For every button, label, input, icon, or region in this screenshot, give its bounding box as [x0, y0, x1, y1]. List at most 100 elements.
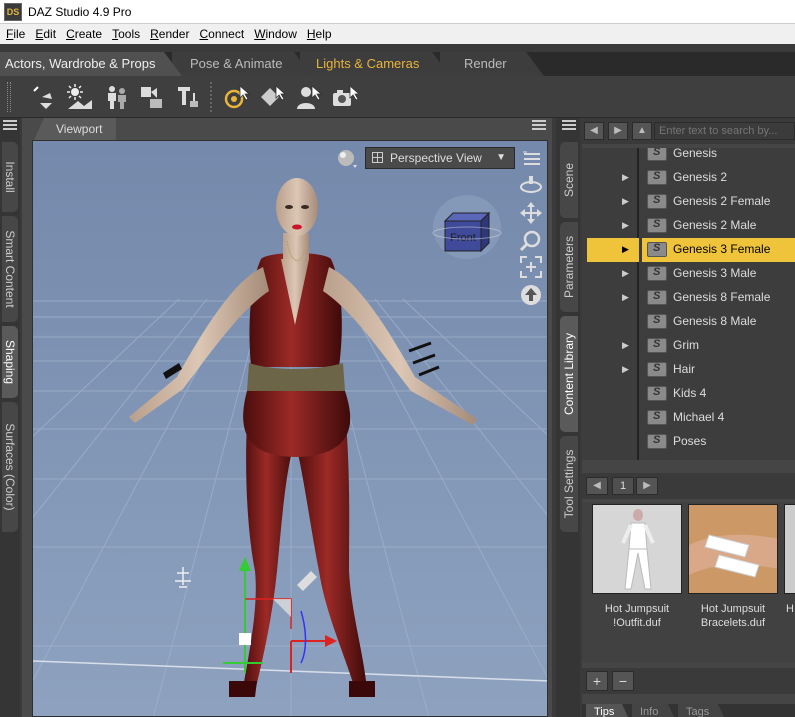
- spotlight-icon[interactable]: [26, 79, 62, 115]
- tab-tags[interactable]: Tags: [678, 704, 724, 717]
- frame-icon[interactable]: [519, 255, 543, 279]
- toolbar-grip[interactable]: [7, 82, 11, 112]
- tab-shaping[interactable]: Shaping: [2, 326, 18, 398]
- tab-lights-cameras[interactable]: Lights & Cameras: [300, 52, 450, 76]
- view-select[interactable]: Perspective View ▼: [365, 147, 515, 169]
- tree-row[interactable]: ▶ Genesis 2: [582, 166, 795, 190]
- viewport-options-icon[interactable]: [521, 149, 545, 173]
- tab-surfaces-color[interactable]: Surfaces (Color): [2, 402, 18, 532]
- orbit-icon[interactable]: [519, 173, 543, 197]
- expand-arrow-icon[interactable]: ▶: [622, 196, 629, 207]
- perspective-grid-icon: [372, 152, 383, 163]
- point-light-icon[interactable]: [170, 79, 206, 115]
- thumbnail-image: [784, 504, 795, 594]
- menu-create[interactable]: Create: [62, 27, 108, 41]
- tab-tips[interactable]: Tips: [586, 704, 628, 717]
- asset-thumbnail[interactable]: Hot Jumpsuit !Outfit.duf: [592, 504, 682, 630]
- tab-install[interactable]: Install: [2, 142, 18, 212]
- expand-arrow-icon[interactable]: ▶: [622, 292, 629, 303]
- environment-light-icon[interactable]: [98, 79, 134, 115]
- tree-row[interactable]: Genesis 8 Male: [582, 310, 795, 334]
- tab-tool-settings[interactable]: Tool Settings: [560, 436, 578, 532]
- group-figure-icon[interactable]: [134, 79, 170, 115]
- tree-row[interactable]: Poses: [582, 430, 795, 454]
- menu-window[interactable]: Window: [250, 27, 303, 41]
- tab-info[interactable]: Info: [632, 704, 674, 717]
- expand-arrow-icon[interactable]: ▶: [622, 364, 629, 375]
- viewport-3d[interactable]: Perspective View ▼ Front: [32, 140, 548, 717]
- menu-bar: File Edit Create Tools Render Connect Wi…: [0, 24, 795, 44]
- viewport-pane-menu-icon[interactable]: [532, 120, 546, 130]
- expand-arrow-icon[interactable]: ▶: [622, 172, 629, 183]
- search-input[interactable]: [654, 122, 795, 140]
- tree-row[interactable]: Kids 4: [582, 382, 795, 406]
- view-cube-label: Front: [450, 232, 476, 244]
- active-pose-icon[interactable]: [218, 79, 254, 115]
- tab-parameters[interactable]: Parameters: [560, 222, 578, 312]
- prev-page-icon[interactable]: ◀: [586, 477, 608, 495]
- right-dock-menu-icon[interactable]: [562, 120, 576, 130]
- expand-arrow-icon[interactable]: ▶: [622, 268, 629, 279]
- render-sphere-icon[interactable]: [335, 147, 359, 171]
- tree-row[interactable]: Michael 4: [582, 406, 795, 430]
- menu-help[interactable]: Help: [303, 27, 338, 41]
- tree-row[interactable]: ▶ Genesis 2 Male: [582, 214, 795, 238]
- tab-content-library[interactable]: Content Library: [560, 316, 578, 432]
- folder-icon: [647, 242, 667, 257]
- thumbnail-image: [688, 504, 778, 594]
- back-icon[interactable]: ◀: [584, 122, 604, 140]
- tree-row[interactable]: Genesis: [582, 148, 795, 166]
- folder-icon: [647, 338, 667, 353]
- expand-arrow-icon[interactable]: ▶: [622, 340, 629, 351]
- asset-thumbnail[interactable]: H: [784, 504, 795, 616]
- asset-thumbnail[interactable]: Hot Jumpsuit Bracelets.duf: [688, 504, 778, 630]
- camera-aim-icon[interactable]: [290, 79, 326, 115]
- up-icon[interactable]: ▲: [632, 122, 652, 140]
- menu-connect[interactable]: Connect: [195, 27, 250, 41]
- tree-row[interactable]: ▶ Genesis 8 Female: [582, 286, 795, 310]
- forward-icon[interactable]: ▶: [608, 122, 628, 140]
- thumbnail-caption: Hot Jumpsuit Bracelets.duf: [700, 603, 766, 629]
- spot-light-tool-icon[interactable]: [254, 79, 290, 115]
- expand-arrow-icon[interactable]: ▶: [622, 244, 629, 255]
- folder-icon: [647, 170, 667, 185]
- thumbnail-caption: H: [786, 603, 794, 615]
- menu-edit[interactable]: Edit: [31, 27, 62, 41]
- tab-scene[interactable]: Scene: [560, 142, 578, 218]
- tree-row[interactable]: ▶ Genesis 3 Male: [582, 262, 795, 286]
- distant-light-icon[interactable]: [62, 79, 98, 115]
- tree-row[interactable]: ▶ Grim: [582, 334, 795, 358]
- viewport-tab[interactable]: Viewport: [34, 118, 116, 140]
- tree-row[interactable]: ▶ Hair: [582, 358, 795, 382]
- tab-actors-wardrobe-props[interactable]: Actors, Wardrobe & Props: [0, 52, 182, 76]
- folder-icon: [647, 362, 667, 377]
- menu-tools[interactable]: Tools: [108, 27, 146, 41]
- menu-render[interactable]: Render: [146, 27, 195, 41]
- tab-smart-content[interactable]: Smart Content: [2, 216, 18, 322]
- render-camera-icon[interactable]: [326, 79, 362, 115]
- remove-button[interactable]: −: [612, 671, 634, 691]
- left-dock-menu-icon[interactable]: [3, 120, 17, 130]
- expand-arrow-icon[interactable]: ▶: [622, 220, 629, 231]
- content-tree: Genesis ▶ Genesis 2 ▶ Genesis 2 Female ▶…: [582, 148, 795, 460]
- aim-up-icon[interactable]: [519, 283, 543, 307]
- folder-icon: [647, 266, 667, 281]
- page-number[interactable]: 1: [612, 477, 634, 495]
- menu-file[interactable]: File: [2, 27, 31, 41]
- pan-icon[interactable]: [519, 201, 543, 225]
- zoom-icon[interactable]: [519, 229, 543, 253]
- view-cube[interactable]: Front: [429, 191, 509, 261]
- thumbnail-caption: Hot Jumpsuit !Outfit.duf: [604, 603, 670, 629]
- tree-row-selected[interactable]: ▶ Genesis 3 Female: [582, 238, 795, 262]
- library-pager: ◀ 1 ▶: [582, 473, 795, 499]
- add-button[interactable]: +: [586, 671, 608, 691]
- window-title: DAZ Studio 4.9 Pro: [28, 4, 132, 19]
- folder-icon: [647, 218, 667, 233]
- view-select-value: Perspective View: [390, 151, 482, 165]
- left-dock: Install Smart Content Shaping Surfaces (…: [0, 118, 20, 717]
- next-page-icon[interactable]: ▶: [636, 477, 658, 495]
- tree-row[interactable]: ▶ Genesis 2 Female: [582, 190, 795, 214]
- info-tabs: Tips Info Tags: [582, 704, 795, 717]
- tab-render[interactable]: Render: [440, 52, 544, 76]
- tab-pose-animate[interactable]: Pose & Animate: [172, 52, 312, 76]
